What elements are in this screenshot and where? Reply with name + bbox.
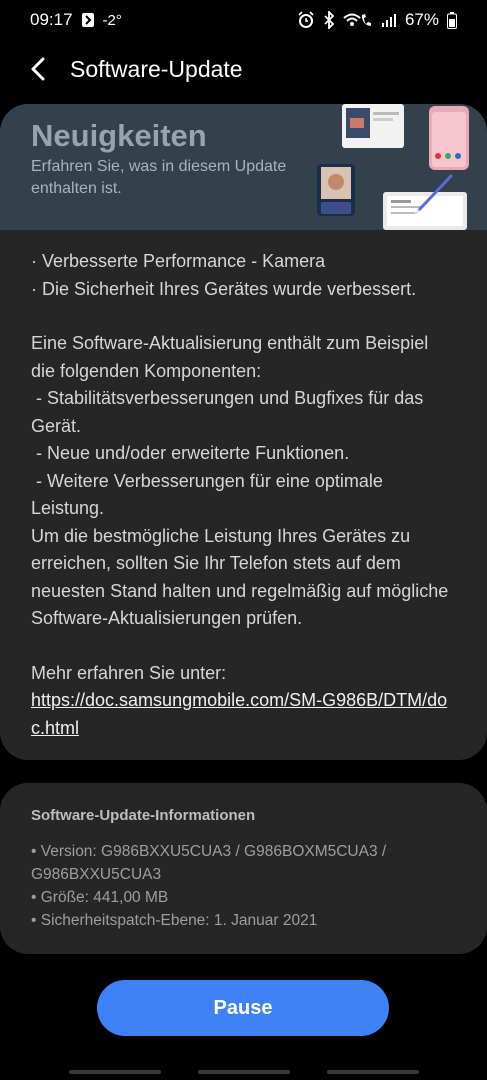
bluetooth-icon [323, 11, 335, 29]
page-title: Software-Update [70, 55, 243, 82]
app-header: Software-Update [0, 44, 487, 94]
update-info-card: Software-Update-Informationen • Version:… [0, 783, 487, 954]
nav-handle[interactable] [197, 1070, 290, 1074]
highlight-item: · Die Sicherheit Ihres Gerätes wurde ver… [31, 278, 417, 299]
navigation-bar [0, 1064, 487, 1080]
battery-percent: 67% [404, 10, 439, 29]
alarm-icon [297, 11, 315, 29]
signal-icon [381, 12, 397, 28]
info-title: Software-Update-Informationen [31, 807, 256, 824]
clock: 09:17 [30, 10, 73, 29]
description-line: - Neue und/oder erweiterte Funktionen. [31, 443, 350, 463]
nav-handle[interactable] [326, 1070, 419, 1074]
more-info-link[interactable]: https://doc.samsungmobile.com/SM-G986B/D… [31, 690, 447, 738]
nav-handle[interactable] [68, 1070, 161, 1074]
pause-button[interactable]: Pause [97, 980, 389, 1036]
status-bar: 09:17 -2° 67% [0, 0, 487, 40]
more-info-label: Mehr erfahren Sie unter: [31, 662, 227, 683]
security-patch-info: • Sicherheitspatch-Ebene: 1. Januar 2021 [31, 912, 318, 929]
description-line: - Stabilitätsverbesserungen und Bugfixes… [31, 388, 429, 436]
news-body: · Verbesserte Performance - Kamera · Die… [0, 230, 487, 742]
news-banner: Neuigkeiten Erfahren Sie, was in diesem … [0, 104, 487, 230]
wifi-calling-icon [343, 11, 373, 29]
temperature: -2° [102, 11, 122, 29]
back-button[interactable] [18, 49, 58, 89]
devices-illustration [317, 104, 469, 230]
back-arrow-icon [31, 57, 45, 81]
banner-title: Neuigkeiten [31, 118, 207, 153]
banner-subtitle: Erfahren Sie, was in diesem Update entha… [31, 158, 287, 197]
description-line: Um die bestmögliche Leistung Ihres Gerät… [31, 525, 449, 629]
notification-icon [81, 12, 95, 28]
news-card[interactable]: Neuigkeiten Erfahren Sie, was in diesem … [0, 104, 487, 760]
highlight-item: · Verbesserte Performance - Kamera [31, 251, 326, 271]
description-line: Eine Software-Aktualisierung enthält zum… [31, 333, 429, 381]
size-info: • Größe: 441,00 MB [31, 889, 169, 906]
description-line: - Weitere Verbesserungen für eine optima… [31, 470, 388, 519]
battery-icon [447, 11, 457, 29]
version-info: • Version: G986BXXU5CUA3 / G986BOXM5CUA3… [31, 843, 387, 883]
